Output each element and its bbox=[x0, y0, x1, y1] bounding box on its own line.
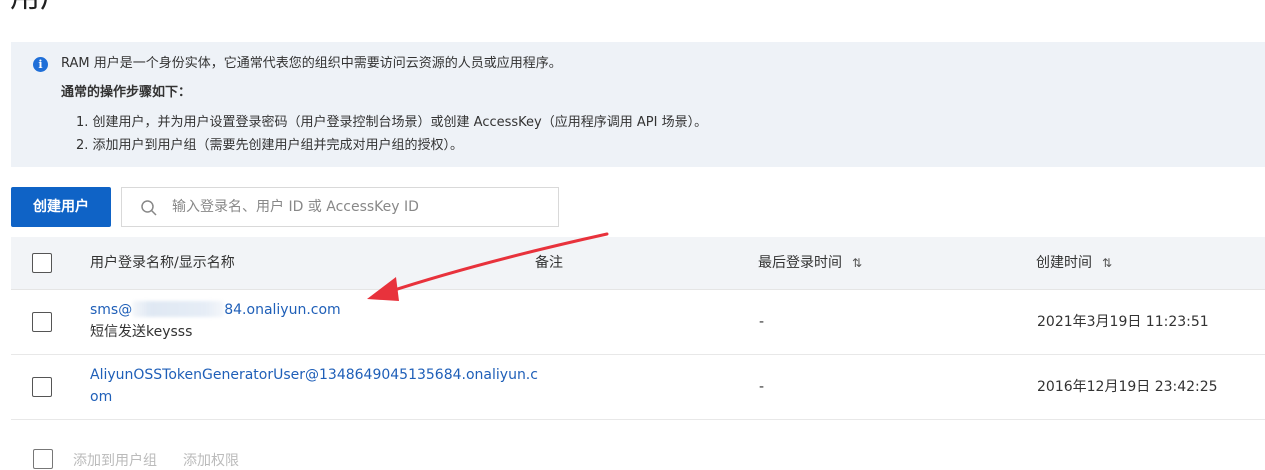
page-title: 用户 bbox=[10, 0, 70, 18]
table-header: 用户登录名称/显示名称 备注 最后登录时间 ⇅ 创建时间 ⇅ bbox=[11, 237, 1265, 290]
column-last-login-label: 最后登录时间 bbox=[758, 255, 842, 271]
info-icon: i bbox=[33, 57, 48, 72]
last-login-value: - bbox=[759, 379, 765, 395]
column-name: 用户登录名称/显示名称 bbox=[90, 255, 235, 271]
search-input[interactable] bbox=[172, 188, 542, 226]
select-all-checkbox[interactable] bbox=[32, 253, 52, 273]
row-checkbox[interactable] bbox=[32, 312, 52, 332]
add-permission-button[interactable]: 添加权限 bbox=[183, 450, 239, 470]
search-icon bbox=[141, 200, 157, 216]
info-intro: RAM 用户是一个身份实体，它通常代表您的组织中需要访问云资源的人员或应用程序。 bbox=[61, 56, 562, 71]
table-row: AliyunOSSTokenGeneratorUser@134864904513… bbox=[11, 355, 1265, 420]
redacted-mask bbox=[132, 301, 225, 317]
last-login-value: - bbox=[759, 314, 765, 330]
info-step-2: 2. 添加用户到用户组（需要先创建用户组并完成对用户组的授权）。 bbox=[76, 138, 464, 153]
info-step-1: 1. 创建用户，并为用户设置登录密码（用户登录控制台场景）或创建 AccessK… bbox=[76, 115, 708, 130]
user-login-link-continued[interactable]: om bbox=[90, 387, 112, 408]
bulk-select-checkbox[interactable] bbox=[33, 449, 53, 469]
user-login-prefix: sms@ bbox=[90, 302, 133, 318]
sort-icon[interactable]: ⇅ bbox=[1102, 254, 1112, 272]
column-created[interactable]: 创建时间 ⇅ bbox=[1036, 254, 1112, 272]
user-login-link[interactable]: sms@ 84.onaliyun.com bbox=[90, 300, 341, 321]
sort-icon[interactable]: ⇅ bbox=[852, 254, 862, 272]
row-checkbox[interactable] bbox=[32, 377, 52, 397]
column-created-label: 创建时间 bbox=[1036, 255, 1092, 271]
create-user-button[interactable]: 创建用户 bbox=[11, 187, 111, 227]
table-row: sms@ 84.onaliyun.com 短信发送keysss - 2021年3月… bbox=[11, 290, 1265, 355]
column-note: 备注 bbox=[535, 255, 563, 271]
search-box[interactable] bbox=[121, 187, 559, 227]
created-value: 2021年3月19日 11:23:51 bbox=[1037, 314, 1209, 330]
created-value: 2016年12月19日 23:42:25 bbox=[1037, 379, 1218, 395]
info-steps-title: 通常的操作步骤如下： bbox=[61, 85, 192, 100]
add-to-group-button[interactable]: 添加到用户组 bbox=[73, 450, 157, 470]
column-last-login[interactable]: 最后登录时间 ⇅ bbox=[758, 254, 862, 272]
user-display-name: 短信发送keysss bbox=[90, 324, 193, 340]
user-login-suffix: 84.onaliyun.com bbox=[224, 302, 341, 318]
user-login-link[interactable]: AliyunOSSTokenGeneratorUser@134864904513… bbox=[90, 365, 538, 386]
